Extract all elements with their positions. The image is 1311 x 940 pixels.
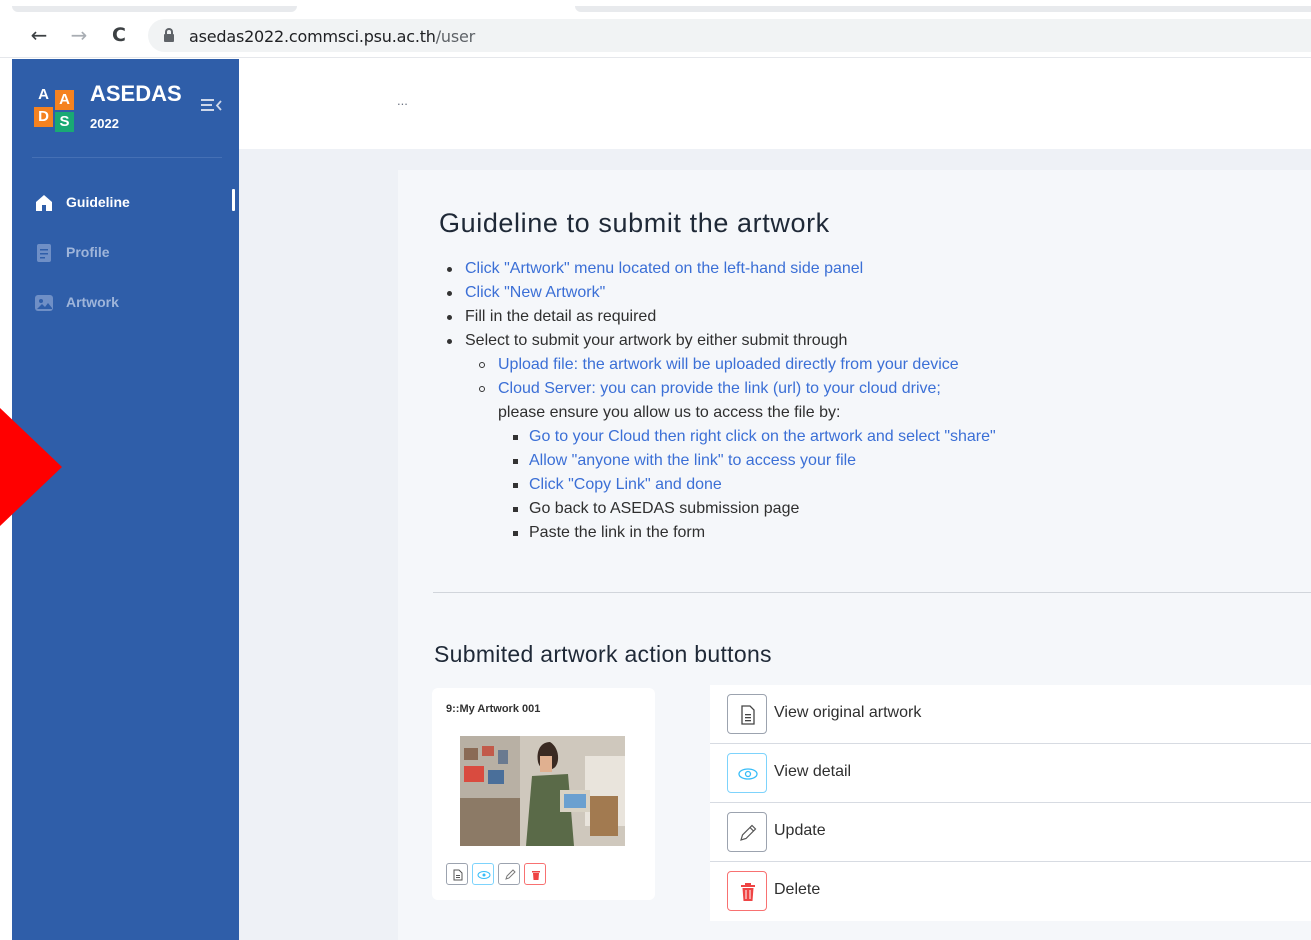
back-icon[interactable]: ← (26, 22, 52, 48)
sidebar-item-label: Profile (66, 244, 110, 260)
page-title: Guideline to submit the artwork (439, 208, 830, 238)
file-icon (741, 705, 755, 725)
asedas-logo[interactable]: A A D S (34, 85, 76, 132)
guideline-step: Click "Copy Link" and done (529, 476, 722, 493)
update-mini-button[interactable] (498, 863, 520, 885)
breadcrumb-ellipsis: ... (397, 93, 408, 108)
sidebar-item-artwork[interactable]: Artwork (32, 288, 239, 318)
section-title: Submited artwork action buttons (434, 641, 772, 667)
eye-icon (738, 768, 758, 780)
brand-year: 2022 (90, 116, 119, 131)
view-original-button[interactable] (727, 694, 767, 734)
artwork-card-title: 9::My Artwork 001 (446, 703, 541, 715)
logo-letter: A (38, 86, 49, 103)
tab-strip (0, 0, 1311, 14)
guideline-step: please ensure you allow us to access the… (498, 404, 841, 421)
guideline-step: Click "Artwork" menu located on the left… (465, 260, 864, 277)
guideline-step: Select to submit your artwork by either … (465, 332, 848, 349)
list-bullet (447, 291, 452, 296)
list-bullet (447, 315, 452, 320)
browser-tab-active[interactable] (575, 6, 1311, 12)
guideline-step: Click "New Artwork" (465, 284, 606, 301)
browser-tab[interactable] (12, 6, 297, 12)
section-divider (433, 592, 1311, 593)
trash-icon (741, 883, 755, 901)
guideline-step: Fill in the detail as required (465, 308, 657, 325)
guideline-step: Paste the link in the form (529, 524, 706, 541)
list-bullet (513, 483, 518, 488)
logo-letter: A (55, 90, 74, 110)
pencil-icon (505, 869, 516, 880)
delete-mini-button[interactable] (524, 863, 546, 885)
address-bar: ← → C asedas2022.commsci.psu.ac.th/user (0, 14, 1311, 58)
view-original-mini-button[interactable] (446, 863, 468, 885)
artwork-thumbnail[interactable] (460, 736, 625, 846)
list-bullet (513, 459, 518, 464)
action-legend-list: View original artwork View detail Update… (710, 685, 1311, 922)
collapse-menu-icon[interactable] (201, 96, 223, 114)
active-indicator (232, 189, 235, 211)
action-row-delete: Delete (710, 862, 1311, 921)
action-label: View original artwork (774, 704, 922, 721)
logo-letter: S (55, 112, 74, 132)
sidebar-item-guideline[interactable]: Guideline (32, 188, 239, 218)
action-row-view-original: View original artwork (710, 685, 1311, 744)
top-bar: ... (239, 59, 1311, 149)
list-bullet (447, 339, 452, 344)
lock-icon[interactable] (164, 28, 174, 42)
url-path: /user (435, 27, 476, 46)
action-label: Update (774, 822, 826, 839)
delete-button[interactable] (727, 871, 767, 911)
action-label: Delete (774, 881, 821, 898)
list-bullet (513, 507, 518, 512)
url-input[interactable]: asedas2022.commsci.psu.ac.th/user (148, 19, 1311, 52)
list-bullet (513, 435, 518, 440)
action-row-view-detail: View detail (710, 744, 1311, 803)
list-bullet (479, 386, 485, 392)
guideline-step: Allow "anyone with the link" to access y… (529, 452, 857, 469)
list-bullet (447, 267, 452, 272)
guideline-step: Upload file: the artwork will be uploade… (498, 356, 959, 373)
eye-icon (477, 871, 491, 879)
action-row-update: Update (710, 803, 1311, 862)
url-text: asedas2022.commsci.psu.ac.th/user (189, 27, 475, 46)
artwork-card: 9::My Artwork 001 (432, 688, 655, 900)
file-icon (453, 869, 463, 881)
reload-icon[interactable]: C (106, 22, 132, 48)
action-label: View detail (774, 763, 852, 780)
view-detail-button[interactable] (727, 753, 767, 793)
url-host: asedas2022.commsci.psu.ac.th (189, 27, 436, 46)
home-icon (34, 193, 54, 213)
image-icon (34, 293, 54, 313)
guideline-step: Go back to ASEDAS submission page (529, 500, 800, 517)
guideline-step: Go to your Cloud then right click on the… (529, 428, 996, 445)
trash-icon (532, 871, 540, 880)
brand-name: ASEDAS (90, 81, 182, 106)
guideline-step: Cloud Server: you can provide the link (… (498, 380, 941, 397)
list-bullet (513, 531, 518, 536)
pencil-icon (740, 824, 757, 841)
logo-letter: D (34, 107, 53, 127)
forward-icon[interactable]: → (66, 22, 92, 48)
sidebar-item-label: Guideline (66, 194, 130, 210)
document-icon (34, 243, 54, 263)
sidebar-divider (32, 157, 222, 158)
annotation-arrow (0, 408, 62, 526)
view-detail-mini-button[interactable] (472, 863, 494, 885)
sidebar-item-label: Artwork (66, 294, 119, 310)
sidebar-item-profile[interactable]: Profile (32, 238, 239, 268)
update-button[interactable] (727, 812, 767, 852)
list-bullet (479, 362, 485, 368)
